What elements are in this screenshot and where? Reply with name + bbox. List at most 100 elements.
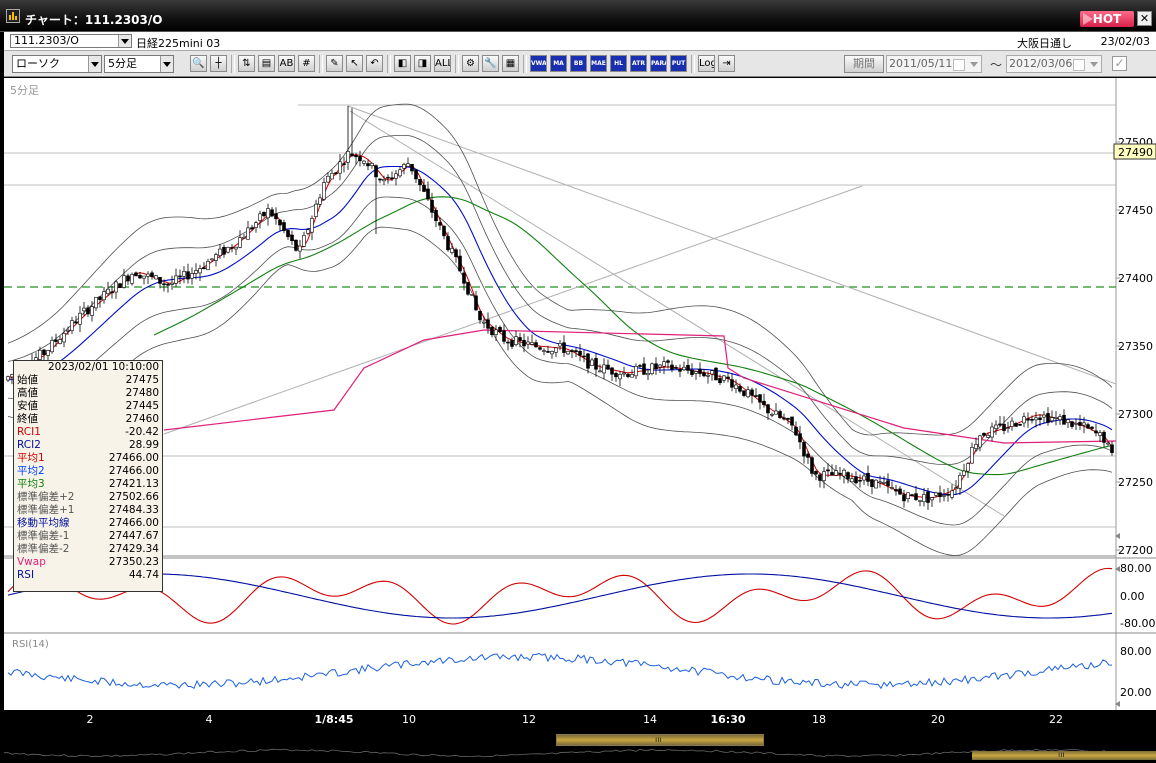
- chart-type-value: ローソク: [16, 57, 60, 70]
- number-icon[interactable]: #: [298, 55, 315, 72]
- zoom-icon[interactable]: 🔍: [190, 55, 207, 72]
- date-to-field[interactable]: 2012/03/06: [1006, 55, 1102, 73]
- candle-body: [266, 208, 270, 219]
- date-from-field[interactable]: 2011/05/11: [886, 55, 982, 73]
- grip-icon: ııı: [1058, 750, 1065, 759]
- candle-body: [122, 275, 126, 288]
- settings-icon[interactable]: ⚙: [462, 55, 479, 72]
- data-window-value: 27475: [125, 373, 159, 386]
- candle-body: [178, 275, 182, 278]
- calendar-icon[interactable]: [953, 59, 965, 71]
- candle-body: [726, 376, 730, 379]
- undo-icon[interactable]: ↶: [366, 55, 383, 72]
- candle-body: [250, 227, 254, 230]
- candle-body: [1066, 419, 1070, 424]
- candle-body: [894, 489, 898, 492]
- candle-body: [698, 368, 702, 374]
- up-down-icon[interactable]: ⇅: [238, 55, 255, 72]
- log-icon[interactable]: Log: [698, 55, 715, 72]
- data-window-label: 平均2: [17, 464, 45, 477]
- candle-body: [1106, 442, 1110, 445]
- chevron-down-icon[interactable]: [160, 56, 173, 72]
- price-chart[interactable]: 5分足 RSI(14) 2750027450274002735027300272…: [4, 78, 1156, 710]
- symbol-select[interactable]: 111.2303/O: [10, 34, 132, 48]
- candle-body: [130, 274, 134, 284]
- candle-body: [466, 282, 470, 295]
- chart-area[interactable]: 5分足 RSI(14) 27500 27450 27400 27350 27300 272…: [4, 78, 1156, 710]
- hot-button[interactable]: HOT: [1080, 11, 1134, 27]
- chevron-down-icon[interactable]: [118, 35, 131, 47]
- candle-body: [258, 213, 262, 221]
- candle-body: [842, 469, 846, 477]
- candle-body: [490, 326, 494, 335]
- candle-body: [290, 234, 294, 242]
- close-button[interactable]: ✕: [1137, 11, 1152, 26]
- candle-body: [890, 487, 894, 489]
- data-window-row: RCI2 28.99: [14, 439, 162, 452]
- candle-body: [650, 363, 654, 374]
- candle-body: [530, 342, 534, 345]
- osc-tick-label: 0.00: [1120, 590, 1145, 603]
- candle-body: [1010, 420, 1014, 427]
- candle-body: [458, 255, 462, 272]
- candle-body: [586, 353, 590, 369]
- candle-body: [226, 247, 230, 253]
- candle-body: [150, 272, 154, 277]
- candle-body: [990, 426, 994, 438]
- indicator-atr-button[interactable]: ATR: [630, 55, 647, 72]
- chevron-down-icon[interactable]: [970, 62, 978, 67]
- indicator-put-button[interactable]: PUT: [670, 55, 687, 72]
- candle-body: [570, 350, 574, 353]
- candle-body: [274, 213, 278, 220]
- period-button[interactable]: 期間: [844, 55, 884, 73]
- candle-body: [430, 199, 434, 213]
- price-tick-label: 27450: [1118, 204, 1153, 217]
- candle-body: [1050, 417, 1054, 422]
- candle-body: [746, 389, 750, 398]
- crosshair-icon[interactable]: ┼: [210, 55, 227, 72]
- candle-body: [950, 490, 954, 498]
- candle-body: [486, 319, 490, 329]
- indicator-ma-button[interactable]: MA: [550, 55, 567, 72]
- range-checkbox[interactable]: ✓: [1112, 56, 1127, 71]
- toolbar-separator: [523, 55, 527, 73]
- candle-body: [794, 426, 798, 436]
- candle-body: [630, 374, 634, 378]
- pointer-icon[interactable]: ↖: [346, 55, 363, 72]
- chevron-down-icon[interactable]: [1090, 62, 1098, 67]
- toolbar-separator: [319, 55, 323, 73]
- exchange-label: 大阪日通し: [1017, 37, 1072, 50]
- palette-icon[interactable]: ▦: [502, 55, 519, 72]
- candle-left-icon[interactable]: ◧: [394, 55, 411, 72]
- candle-body: [754, 395, 758, 397]
- candle-right-icon[interactable]: ◨: [414, 55, 431, 72]
- export-icon[interactable]: ⇥: [718, 55, 735, 72]
- time-tick-label: 22: [1049, 713, 1063, 726]
- pen-icon[interactable]: ✎: [326, 55, 343, 72]
- time-tick-label: 2: [86, 713, 94, 726]
- data-window-value: 27466.00: [108, 464, 159, 477]
- calendar-icon[interactable]: [1073, 59, 1085, 71]
- symbol-bar: 111.2303/O 日経225mini 03 大阪日通し 23/02/03: [4, 32, 1156, 51]
- scale-icon[interactable]: ▤: [258, 55, 275, 72]
- candle-body: [854, 476, 858, 484]
- overview-thumb[interactable]: ııı: [972, 751, 1156, 760]
- chevron-down-icon[interactable]: [88, 56, 101, 72]
- chart-type-select[interactable]: ローソク: [12, 55, 102, 73]
- indicator-mae-button[interactable]: MAE: [590, 55, 607, 72]
- scroll-thumb[interactable]: ııı: [556, 734, 764, 746]
- interval-select[interactable]: 5分足: [104, 55, 174, 73]
- candle-body: [442, 225, 446, 237]
- all-icon[interactable]: ALL: [434, 55, 451, 72]
- indicator-vwap-button[interactable]: VWAP: [530, 55, 547, 72]
- data-window-label: 標準偏差+2: [17, 490, 75, 503]
- candle-body: [938, 492, 942, 498]
- wrench-icon[interactable]: 🔧: [482, 55, 499, 72]
- candle-body: [342, 163, 346, 165]
- chart-ab-icon[interactable]: AB: [278, 55, 295, 72]
- candle-body: [966, 463, 970, 472]
- candle-body: [614, 372, 618, 378]
- indicator-hl-button[interactable]: HL: [610, 55, 627, 72]
- indicator-bb-button[interactable]: BB: [570, 55, 587, 72]
- indicator-para-button[interactable]: PARA: [650, 55, 667, 72]
